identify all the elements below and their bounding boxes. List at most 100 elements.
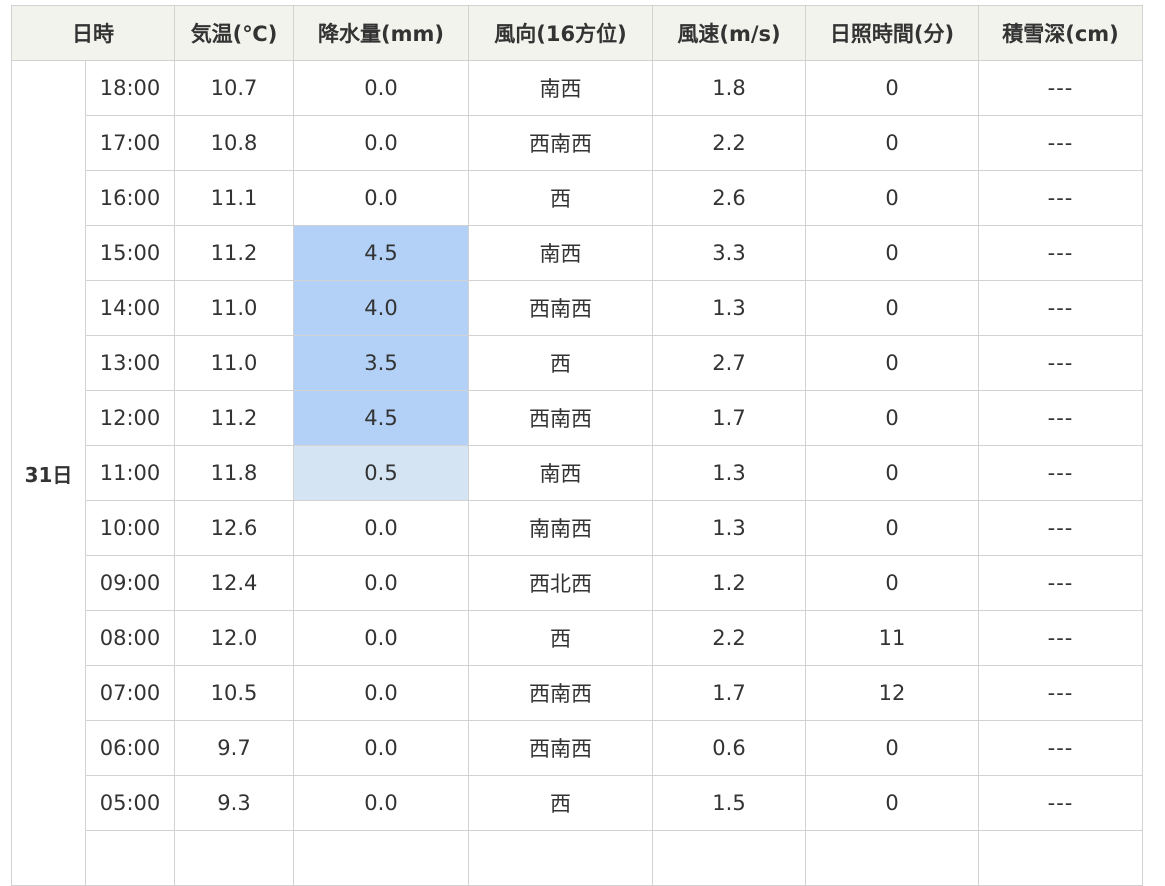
precipitation-cell: 0.0	[293, 170, 469, 226]
time-cell: 12:00	[85, 390, 175, 446]
wind-direction-cell: 西南西	[468, 390, 653, 446]
table-row: 08:00 12.0 0.0 西 2.2 11 ---	[12, 610, 1143, 666]
temperature-cell: 10.8	[174, 115, 294, 171]
temperature-cell: 11.1	[174, 170, 294, 226]
wind-speed-cell: 1.3	[652, 500, 806, 556]
wind-speed-cell: 1.2	[652, 555, 806, 611]
time-cell: 10:00	[85, 500, 175, 556]
snow-depth-cell: ---	[978, 610, 1143, 666]
time-cell: 11:00	[85, 445, 175, 501]
table-row: 14:00 11.0 4.0 西南西 1.3 0 ---	[12, 280, 1143, 336]
precipitation-cell: 0.0	[293, 720, 469, 776]
precipitation-cell: 0.0	[293, 775, 469, 831]
table-row: 10:00 12.6 0.0 南南西 1.3 0 ---	[12, 500, 1143, 556]
snow-depth-cell: ---	[978, 390, 1143, 446]
day-cell: 31日	[11, 60, 86, 886]
wind-direction-cell: 西北西	[468, 555, 653, 611]
sunshine-cell: 0	[805, 555, 979, 611]
sunshine-cell: 0	[805, 225, 979, 281]
table-row: 31日 18:00 10.7 0.0 南西 1.8 0 ---	[11, 60, 1143, 886]
time-cell: 05:00	[85, 775, 175, 831]
sunshine-cell: 0	[805, 775, 979, 831]
table-row-offscreen	[12, 830, 1143, 886]
temperature-cell: 11.2	[174, 225, 294, 281]
time-cell: 15:00	[85, 225, 175, 281]
table-row: 15:00 11.2 4.5 南西 3.3 0 ---	[12, 225, 1143, 281]
wind-speed-cell: 3.3	[652, 225, 806, 281]
sunshine-cell: 0	[805, 60, 979, 116]
wind-speed-cell: 2.2	[652, 115, 806, 171]
wind-direction-cell: 西南西	[468, 115, 653, 171]
sunshine-cell: 11	[805, 610, 979, 666]
table-body: 31日 18:00 10.7 0.0 南西 1.8 0 --- 17:00 10.8 0.0 西南西 2…	[11, 60, 1143, 886]
sunshine-cell: 0	[805, 445, 979, 501]
header-wind-direction: 風向(16方位)	[468, 5, 653, 61]
wind-direction-cell: 南西	[468, 225, 653, 281]
snow-depth-cell: ---	[978, 775, 1143, 831]
temperature-cell: 9.3	[174, 775, 294, 831]
wind-direction-cell: 南西	[468, 60, 653, 116]
wind-speed-cell: 1.8	[652, 60, 806, 116]
table-row: 17:00 10.8 0.0 西南西 2.2 0 ---	[12, 115, 1143, 171]
snow-depth-cell: ---	[978, 665, 1143, 721]
snow-depth-cell: ---	[978, 60, 1143, 116]
wind-speed-cell: 1.3	[652, 280, 806, 336]
sunshine-cell: 12	[805, 665, 979, 721]
amedas-table-container: 日時 気温(℃) 降水量(mm) 風向(16方位) 風速(m/s) 日照時間(分…	[11, 5, 1143, 886]
precipitation-cell: 4.0	[293, 280, 469, 336]
wind-direction-cell: 西南西	[468, 720, 653, 776]
table-row: 05:00 9.3 0.0 西 1.5 0 ---	[12, 775, 1143, 831]
wind-direction-cell: 西	[468, 335, 653, 391]
time-cell: 07:00	[85, 665, 175, 721]
time-cell: 16:00	[85, 170, 175, 226]
wind-speed-cell: 2.6	[652, 170, 806, 226]
wind-direction-cell: 西	[468, 610, 653, 666]
snow-depth-cell: ---	[978, 280, 1143, 336]
temperature-cell: 12.6	[174, 500, 294, 556]
wind-speed-cell: 1.7	[652, 390, 806, 446]
precipitation-cell: 0.5	[293, 445, 469, 501]
header-sunshine: 日照時間(分)	[805, 5, 979, 61]
snow-depth-cell: ---	[978, 720, 1143, 776]
wind-direction-cell: 南西	[468, 445, 653, 501]
sunshine-cell: 0	[805, 335, 979, 391]
time-cell: 18:00	[85, 60, 175, 116]
table-header: 日時 気温(℃) 降水量(mm) 風向(16方位) 風速(m/s) 日照時間(分…	[11, 5, 1143, 61]
precipitation-cell: 0.0	[293, 115, 469, 171]
wind-speed-cell: 2.2	[652, 610, 806, 666]
precipitation-cell: 0.0	[293, 60, 469, 116]
header-wind-speed: 風速(m/s)	[652, 5, 806, 61]
offscreen-cell	[85, 830, 175, 886]
offscreen-cell	[805, 830, 979, 886]
wind-speed-cell: 2.7	[652, 335, 806, 391]
precipitation-cell: 3.5	[293, 335, 469, 391]
table-row: 11:00 11.8 0.5 南西 1.3 0 ---	[12, 445, 1143, 501]
wind-direction-cell: 西	[468, 170, 653, 226]
table-row: 07:00 10.5 0.0 西南西 1.7 12 ---	[12, 665, 1143, 721]
sunshine-cell: 0	[805, 720, 979, 776]
snow-depth-cell: ---	[978, 225, 1143, 281]
temperature-cell: 9.7	[174, 720, 294, 776]
sunshine-cell: 0	[805, 280, 979, 336]
snow-depth-cell: ---	[978, 170, 1143, 226]
sunshine-cell: 0	[805, 500, 979, 556]
offscreen-cell	[468, 830, 653, 886]
precipitation-cell: 0.0	[293, 555, 469, 611]
header-temperature: 気温(℃)	[174, 5, 294, 61]
header-snow-depth: 積雪深(cm)	[978, 5, 1143, 61]
sunshine-cell: 0	[805, 170, 979, 226]
temperature-cell: 12.4	[174, 555, 294, 611]
table-row: 13:00 11.0 3.5 西 2.7 0 ---	[12, 335, 1143, 391]
snow-depth-cell: ---	[978, 115, 1143, 171]
wind-direction-cell: 南南西	[468, 500, 653, 556]
time-cell: 06:00	[85, 720, 175, 776]
offscreen-cell	[174, 830, 294, 886]
wind-direction-cell: 西	[468, 775, 653, 831]
temperature-cell: 10.5	[174, 665, 294, 721]
weather-observation-table: 日時 気温(℃) 降水量(mm) 風向(16方位) 風速(m/s) 日照時間(分…	[11, 5, 1143, 886]
temperature-cell: 11.2	[174, 390, 294, 446]
temperature-cell: 12.0	[174, 610, 294, 666]
snow-depth-cell: ---	[978, 445, 1143, 501]
header-precipitation: 降水量(mm)	[293, 5, 469, 61]
precipitation-cell: 4.5	[293, 390, 469, 446]
